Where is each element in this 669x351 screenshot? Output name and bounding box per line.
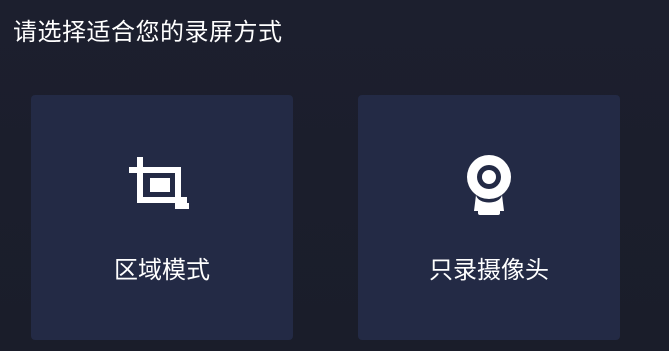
recording-mode-dialog: 请选择适合您的录屏方式 区域模式 只录摄像头 [0,0,669,351]
camera-only-label: 只录摄像头 [429,256,549,284]
webcam-icon [454,153,524,217]
region-mode-card[interactable]: 区域模式 [31,95,293,340]
page-title: 请选择适合您的录屏方式 [13,18,283,46]
camera-only-card[interactable]: 只录摄像头 [358,95,620,340]
region-mode-label: 区域模式 [114,256,210,284]
crop-icon [127,153,197,217]
